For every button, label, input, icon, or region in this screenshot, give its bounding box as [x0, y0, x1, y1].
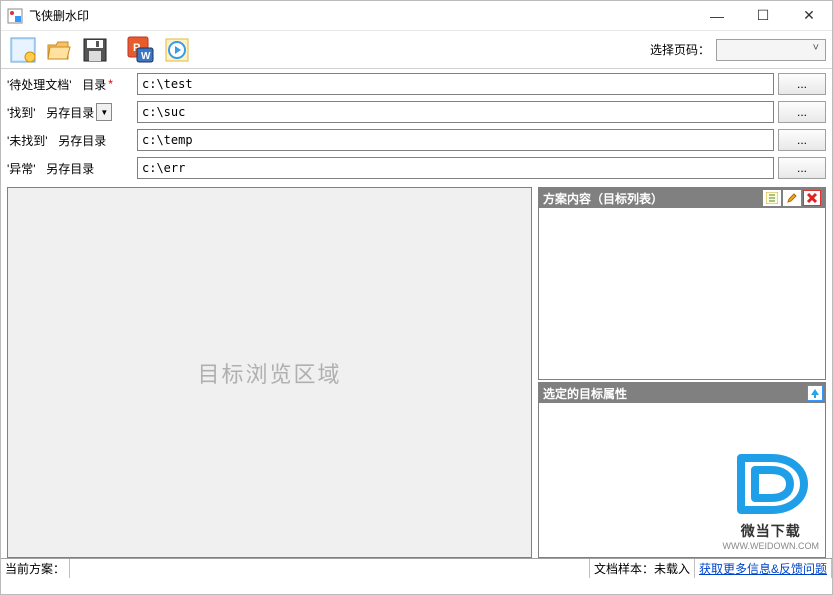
browse-button-3[interactable]: ... — [778, 157, 826, 179]
directory-input-2[interactable] — [137, 129, 774, 151]
row-label-quoted: '待处理文档' — [7, 76, 72, 93]
preview-placeholder: 目标浏览区域 — [197, 357, 341, 389]
directory-input-3[interactable] — [137, 157, 774, 179]
row-label-suffix: 目录 — [82, 76, 106, 93]
feedback-link[interactable]: 获取更多信息&反馈问题 — [699, 560, 827, 577]
directory-input-0[interactable] — [137, 73, 774, 95]
delete-x-icon — [806, 192, 818, 204]
collapse-button[interactable] — [807, 385, 823, 401]
play-icon — [164, 37, 190, 63]
preview-pane: 目标浏览区域 — [7, 187, 532, 558]
toolbar: PW 选择页码： — [1, 31, 832, 69]
save-icon — [82, 37, 108, 63]
status-sample: 文档样本： 未载入 — [590, 559, 695, 578]
browse-button-2[interactable]: ... — [778, 129, 826, 151]
status-link-cell: 获取更多信息&反馈问题 — [695, 559, 832, 578]
target-props-body: 微当下载 WWW.WEIDOWN.COM — [539, 403, 825, 557]
status-sample-label: 文档样本： — [594, 560, 654, 577]
ppt-word-icon: PW — [127, 36, 155, 64]
titlebar: 飞侠删水印 — ☐ ✕ — [1, 1, 832, 31]
target-props-title: 选定的目标属性 — [543, 385, 821, 402]
arrow-up-icon — [810, 388, 820, 398]
maximize-button[interactable]: ☐ — [740, 1, 786, 31]
browse-button-1[interactable]: ... — [778, 101, 826, 123]
status-plan-value — [70, 559, 590, 578]
new-button[interactable] — [7, 34, 39, 66]
svg-text:W: W — [141, 51, 151, 62]
form-row-1: '找到' 另存目录▼... — [7, 101, 826, 123]
page-select-label: 选择页码： — [650, 41, 710, 58]
directory-form: '待处理文档' 目录 *...'找到' 另存目录▼...'未找到' 另存目录..… — [1, 69, 832, 187]
new-icon — [10, 37, 36, 63]
run-button[interactable] — [161, 34, 193, 66]
list-button[interactable] — [763, 190, 781, 206]
logo-title: 微当下载 — [723, 521, 819, 541]
status-plan-label: 当前方案： — [1, 559, 70, 578]
required-icon: * — [108, 77, 113, 91]
app-icon — [7, 8, 23, 24]
directory-input-1[interactable] — [137, 101, 774, 123]
row-label-quoted: '异常' — [7, 160, 36, 177]
target-props-panel: 选定的目标属性 微当下载 WWW.WEIDOWN.COM — [538, 382, 826, 558]
row-label-quoted: '未找到' — [7, 132, 48, 149]
logo-url: WWW.WEIDOWN.COM — [723, 541, 819, 551]
d-logo-icon — [726, 448, 816, 518]
target-list-body — [539, 208, 825, 379]
form-row-3: '异常' 另存目录... — [7, 157, 826, 179]
browse-button-0[interactable]: ... — [778, 73, 826, 95]
form-row-0: '待处理文档' 目录 *... — [7, 73, 826, 95]
edit-button[interactable] — [783, 190, 801, 206]
list-icon — [766, 192, 778, 204]
statusbar: 当前方案： 文档样本： 未载入 获取更多信息&反馈问题 — [1, 558, 832, 578]
row-label-suffix: 另存目录 — [58, 132, 106, 149]
pencil-icon — [786, 192, 798, 204]
close-button[interactable]: ✕ — [786, 1, 832, 31]
minimize-button[interactable]: — — [694, 1, 740, 31]
page-select[interactable] — [716, 39, 826, 61]
target-list-panel: 方案内容（目标列表） — [538, 187, 826, 380]
powerpoint-word-button[interactable]: PW — [125, 34, 157, 66]
open-button[interactable] — [43, 34, 75, 66]
save-button[interactable] — [79, 34, 111, 66]
form-row-2: '未找到' 另存目录... — [7, 129, 826, 151]
row-label-quoted: '找到' — [7, 104, 36, 121]
row-dropdown-button[interactable]: ▼ — [96, 103, 112, 121]
row-label-suffix: 另存目录 — [46, 104, 94, 121]
delete-button[interactable] — [803, 190, 821, 206]
folder-open-icon — [46, 37, 72, 63]
watermark-logo: 微当下载 WWW.WEIDOWN.COM — [723, 448, 819, 551]
row-label-suffix: 另存目录 — [46, 160, 94, 177]
target-list-title: 方案内容（目标列表） — [543, 190, 761, 207]
window-title: 飞侠删水印 — [29, 7, 694, 24]
status-sample-value: 未载入 — [654, 560, 690, 577]
